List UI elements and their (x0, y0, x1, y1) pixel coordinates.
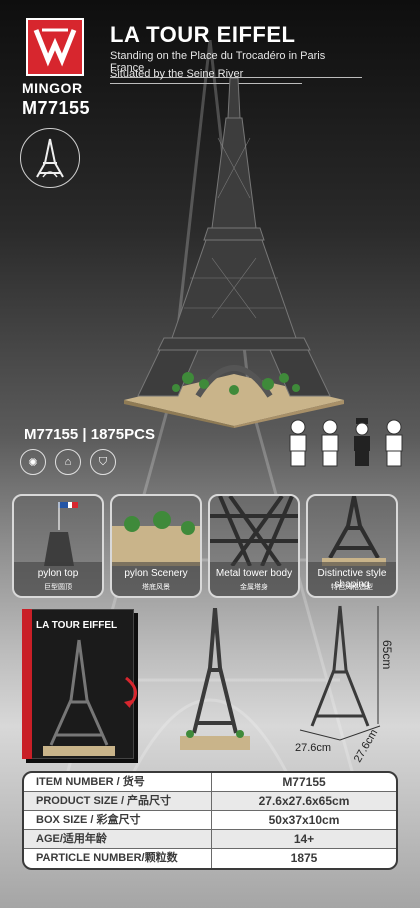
metal-body-image (210, 496, 298, 568)
building-icon: ⌂ (55, 449, 81, 475)
pylon-scenery-image (112, 511, 200, 566)
detail-thumbnails: pylon top 巨型圆顶 pylon Scenery 塔底风景 Metal … (12, 494, 398, 598)
minifigure-icon (385, 419, 403, 467)
product-box-image (22, 609, 134, 759)
certification-icon: ✺ (20, 449, 46, 475)
brand-name: MINGOR (22, 80, 83, 96)
minifigures (285, 418, 407, 468)
logo-mark-icon (33, 28, 77, 67)
spec-value: 14+ (293, 832, 315, 846)
spec-line: M77155 | 1875PCS (24, 426, 155, 443)
brand-logo (26, 18, 84, 76)
spec-key: PARTICLE NUMBER/颗粒数 (24, 849, 212, 868)
thumbnail-label: pylon top (37, 568, 79, 579)
thumbnail-label-cn: 金属塔身 (240, 584, 268, 591)
minifigure-icon (321, 419, 339, 467)
spec-value: M77155 (282, 775, 326, 789)
thumbnail-pylon-scenery: pylon Scenery 塔底风景 (110, 494, 202, 598)
spec-table: ITEM NUMBER / 货号 M77155 PRODUCT SIZE / 产… (22, 771, 398, 870)
style-shaping-image (322, 496, 386, 566)
minifigure-icon (289, 419, 307, 467)
thumbnail-label: pylon Scenery (124, 568, 188, 579)
table-row: AGE/适用年龄 14+ (24, 830, 396, 849)
spec-key: PRODUCT SIZE / 产品尺寸 (24, 792, 212, 810)
tower-front-view-image (180, 608, 250, 750)
thumbnail-style-shaping: Distinctive style shaping 特色风格造型 (306, 494, 398, 598)
thumbnail-metal-body: Metal tower body 金属塔身 (208, 494, 300, 598)
dimension-width: 27.6cm (295, 742, 332, 754)
spec-value: 50x37x10cm (268, 813, 340, 827)
thumbnail-label: Metal tower body (215, 568, 293, 579)
table-row: PRODUCT SIZE / 产品尺寸 27.6x27.6x65cm (24, 792, 396, 811)
spec-key: AGE/适用年龄 (24, 830, 212, 848)
curved-arrow-icon (124, 676, 137, 708)
eiffel-badge-icon (20, 128, 80, 188)
tower-model-image (124, 78, 344, 428)
spec-key: ITEM NUMBER / 货号 (24, 773, 212, 791)
model-number: M77155 (22, 98, 91, 118)
product-poster: MINGOR M77155 LA TOUR EIFFEL Standing on… (0, 0, 420, 908)
box-tower-art (43, 639, 115, 756)
thumbnail-label-cn: 特色风格造型 (331, 584, 373, 591)
shield-icon: ⛉ (90, 449, 116, 475)
table-row: ITEM NUMBER / 货号 M77155 (24, 773, 396, 792)
box-title: LA TOUR EIFFEL (36, 620, 118, 631)
thumbnail-label-cn: 巨型圆顶 (44, 584, 72, 591)
spec-key: BOX SIZE / 彩盒尺寸 (24, 811, 212, 829)
box-red-stripe (22, 609, 32, 759)
spec-value: 1875 (290, 851, 318, 865)
table-row: PARTICLE NUMBER/颗粒数 1875 (24, 849, 396, 868)
table-row: BOX SIZE / 彩盒尺寸 50x37x10cm (24, 811, 396, 830)
dimension-height: 65cm (380, 640, 394, 670)
thumbnail-label-cn: 塔底风景 (142, 584, 170, 591)
minifigure-icon (354, 418, 370, 466)
spec-value: 27.6x27.6x65cm (258, 794, 350, 808)
thumbnail-pylon-top: pylon top 巨型圆顶 (12, 494, 104, 598)
feature-icons: ✺ ⌂ ⛉ (20, 449, 116, 475)
pylon-top-image (44, 502, 78, 566)
tower-dimension-diagram (299, 605, 381, 741)
page-title: LA TOUR EIFFEL (110, 22, 296, 47)
